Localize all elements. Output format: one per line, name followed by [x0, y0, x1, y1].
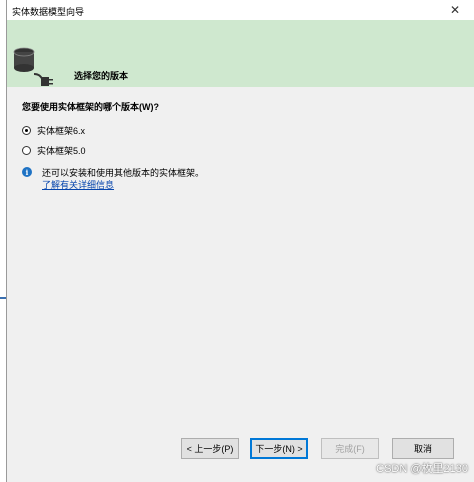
cancel-button[interactable]: 取消 [392, 438, 454, 459]
learn-more-link[interactable]: 了解有关详细信息 [42, 179, 204, 191]
option-ef6-label: 实体框架6.x [37, 126, 86, 136]
header-banner: 选择您的版本 [7, 20, 474, 87]
version-question: 您要使用实体框架的哪个版本(W)? [22, 102, 159, 112]
back-button[interactable]: < 上一步(P) [181, 438, 239, 459]
radio-ef5[interactable] [22, 146, 31, 155]
watermark: CSDN @枚里2130 [376, 463, 468, 475]
database-plug-icon [13, 47, 53, 86]
finish-button[interactable]: 完成(F) [321, 438, 379, 459]
title-bar: 实体数据模型向导 ✕ [7, 0, 474, 20]
option-ef6[interactable]: 实体框架6.x [22, 124, 85, 137]
banner-title: 选择您的版本 [74, 71, 129, 81]
option-ef5[interactable]: 实体框架5.0 [22, 144, 86, 157]
info-icon: i [22, 167, 32, 177]
window-title: 实体数据模型向导 [12, 7, 85, 17]
radio-ef6[interactable] [22, 126, 31, 135]
close-icon[interactable]: ✕ [450, 3, 460, 17]
wizard-content: 您要使用实体框架的哪个版本(W)? 实体框架6.x 实体框架5.0 i 还可以安… [7, 87, 474, 427]
wizard-window: 实体数据模型向导 ✕ 选择您的版本 您要使用实体框架的哪个版本(W)? 实体框架… [6, 0, 474, 482]
next-button[interactable]: 下一步(N) > [250, 438, 308, 459]
option-ef5-label: 实体框架5.0 [37, 146, 86, 156]
info-note: i 还可以安装和使用其他版本的实体框架。 了解有关详细信息 [22, 167, 204, 191]
info-text: 还可以安装和使用其他版本的实体框架。 [42, 168, 205, 178]
